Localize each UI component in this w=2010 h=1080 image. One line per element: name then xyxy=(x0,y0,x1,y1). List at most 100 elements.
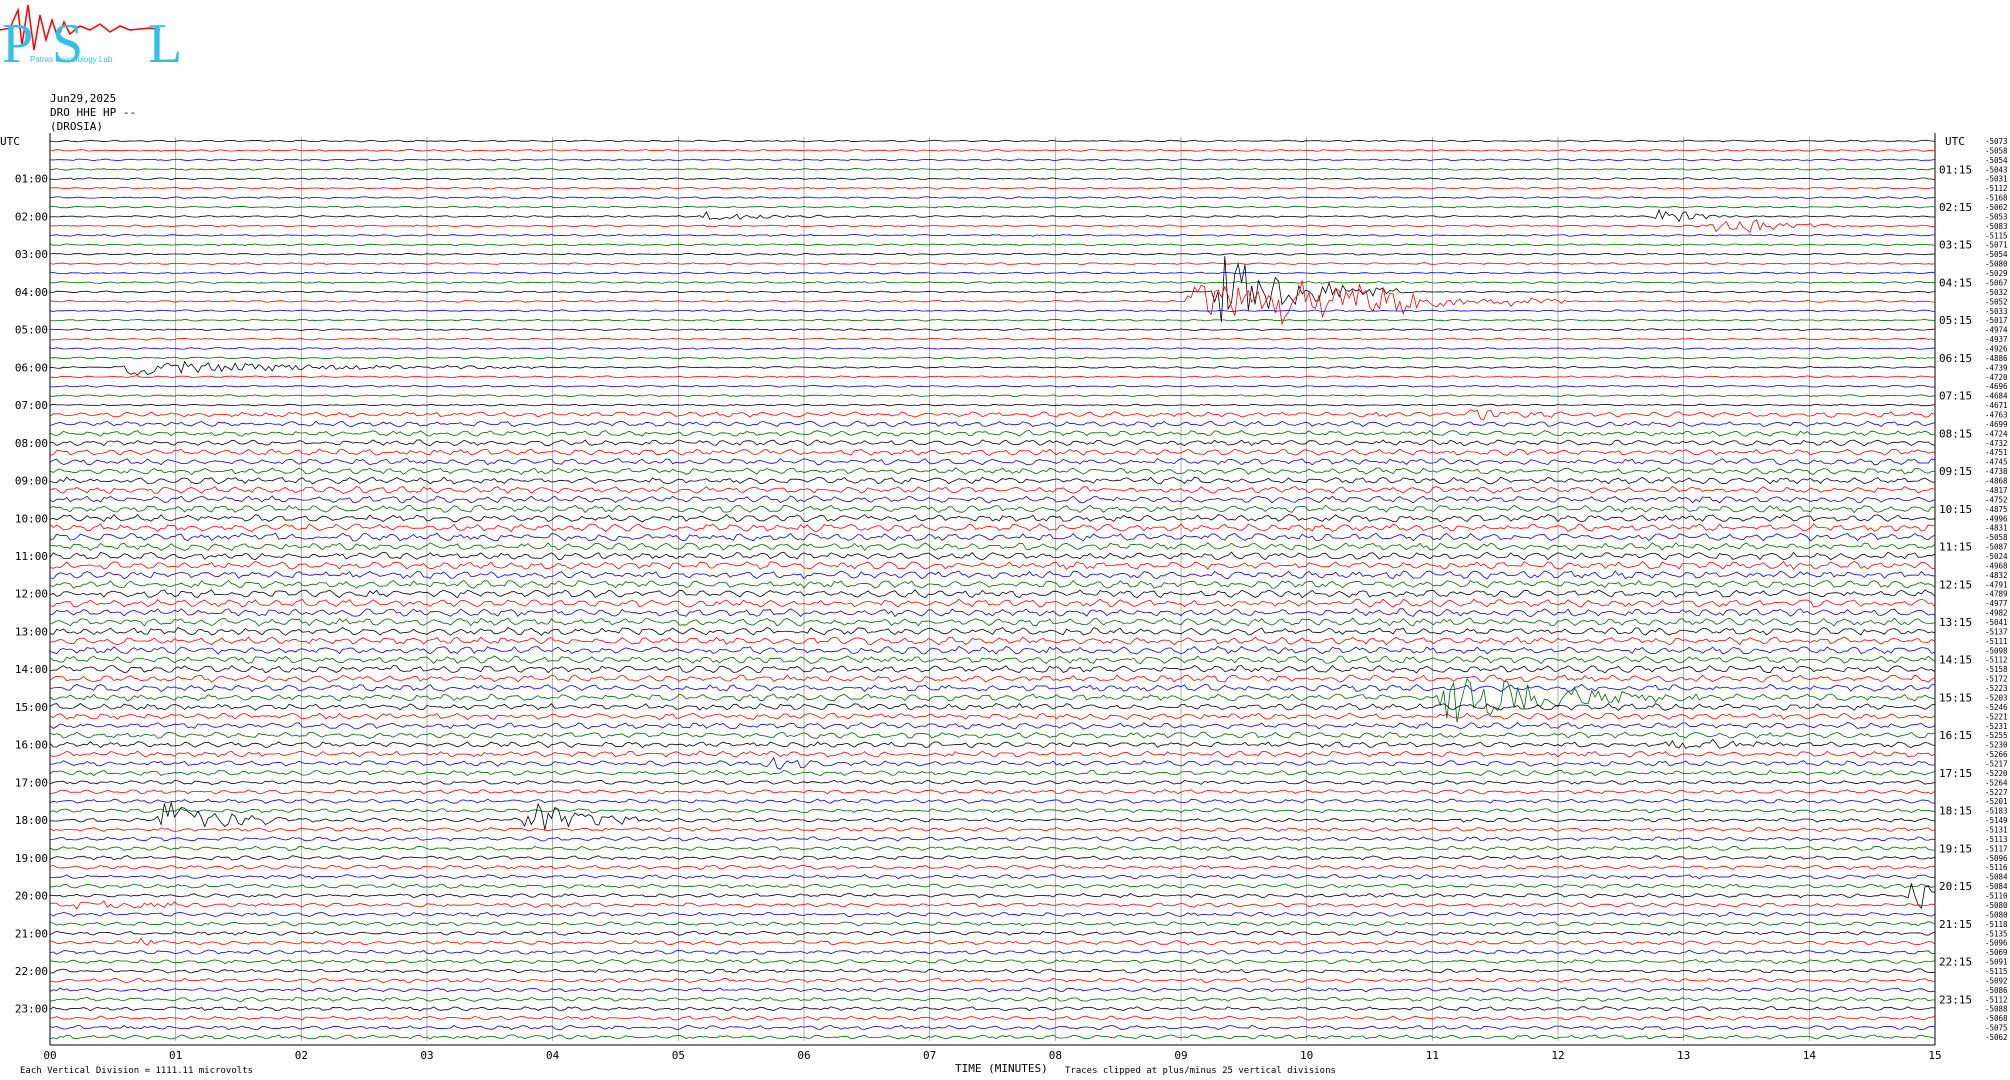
trace-line xyxy=(49,911,1936,917)
trace-offset-label: -5017 xyxy=(1985,316,2008,325)
left-hour-label: 09:00 xyxy=(15,475,48,488)
x-tick-label: 15 xyxy=(1928,1049,1941,1062)
trace-offset-label: -4763 xyxy=(1985,411,2008,420)
trace-offset-label: -4789 xyxy=(1985,590,2008,599)
trace-line xyxy=(49,409,1936,420)
trace-line xyxy=(49,186,1935,190)
trace-line xyxy=(49,196,1936,199)
trace-line xyxy=(49,987,1936,993)
right-hour-label: 12:15 xyxy=(1939,578,1972,591)
trace-line xyxy=(49,1024,1936,1031)
x-tick-label: 09 xyxy=(1174,1049,1187,1062)
trace-offset-label: -5172 xyxy=(1985,675,2008,684)
trace-offset-label: -4974 xyxy=(1985,326,2008,335)
trace-line xyxy=(49,149,1936,152)
trace-offset-label: -5083 xyxy=(1985,222,2008,231)
trace-offset-label: -5080 xyxy=(1985,910,2008,919)
right-hour-label: 10:15 xyxy=(1939,503,1972,516)
x-tick-label: 00 xyxy=(43,1049,56,1062)
trace-line xyxy=(49,636,1936,646)
trace-line xyxy=(49,523,1936,533)
trace-line xyxy=(49,864,1936,870)
x-tick-label: 11 xyxy=(1426,1049,1439,1062)
trace-offset-label: -5149 xyxy=(1985,816,2008,825)
trace-line xyxy=(49,836,1936,842)
trace-line xyxy=(49,570,1936,580)
right-hour-label: 23:15 xyxy=(1939,993,1972,1006)
left-hour-label: 16:00 xyxy=(15,739,48,752)
trace-line xyxy=(49,655,1936,664)
x-tick-label: 05 xyxy=(672,1049,685,1062)
x-tick-label: 13 xyxy=(1677,1049,1690,1062)
trace-line xyxy=(49,256,1936,323)
trace-offset-label: -5024 xyxy=(1985,552,2008,561)
trace-line xyxy=(49,420,1936,428)
trace-offset-label: -5117 xyxy=(1985,844,2008,853)
trace-line xyxy=(49,394,1936,398)
right-hour-label: 07:15 xyxy=(1939,390,1972,403)
trace-line xyxy=(49,883,1936,889)
left-hour-label: 18:00 xyxy=(15,814,48,827)
trace-line xyxy=(49,779,1936,785)
trace-line xyxy=(49,318,1936,322)
trace-offset-label: -5217 xyxy=(1985,759,2008,768)
trace-offset-label: -5115 xyxy=(1985,967,2008,976)
left-hour-label: 04:00 xyxy=(15,286,48,299)
right-hour-label: 04:15 xyxy=(1939,276,1972,289)
trace-offset-label: -5052 xyxy=(1985,297,2008,306)
trace-line xyxy=(49,476,1936,485)
trace-line xyxy=(49,645,1936,655)
trace-line xyxy=(49,826,1936,833)
trace-line xyxy=(49,712,1936,721)
trace-line xyxy=(49,977,1936,983)
left-hour-label: 13:00 xyxy=(15,625,48,638)
right-hour-label: 08:15 xyxy=(1939,427,1972,440)
trace-offset-label: -5033 xyxy=(1985,307,2008,316)
trace-line xyxy=(49,665,1936,674)
trace-line xyxy=(49,1015,1936,1021)
trace-offset-label: -5201 xyxy=(1985,797,2008,806)
trace-offset-label: -4671 xyxy=(1985,401,2008,410)
x-axis-title: TIME (MINUTES) xyxy=(955,1062,1048,1075)
trace-line xyxy=(50,996,1936,1002)
trace-line xyxy=(49,598,1936,608)
right-utc-title: UTC xyxy=(1945,135,1965,148)
trace-line xyxy=(49,683,1936,693)
trace-offset-label: -5223 xyxy=(1985,684,2008,693)
trace-offset-label: -5183 xyxy=(1985,807,2008,816)
trace-offset-label: -5111 xyxy=(1985,637,2008,646)
trace-offset-label: -5113 xyxy=(1985,835,2008,844)
trace-line xyxy=(49,439,1936,447)
trace-offset-label: -5264 xyxy=(1985,778,2008,787)
right-hour-label: 11:15 xyxy=(1939,541,1972,554)
trace-offset-label: -4886 xyxy=(1985,354,2008,363)
left-hour-label: 14:00 xyxy=(15,663,48,676)
trace-offset-label: -4982 xyxy=(1985,609,2008,618)
trace-line xyxy=(49,900,1936,910)
left-hour-label: 03:00 xyxy=(15,248,48,261)
trace-offset-label: -4732 xyxy=(1985,439,2008,448)
trace-offset-label: -5137 xyxy=(1985,627,2008,636)
trace-line xyxy=(49,139,1936,143)
trace-offset-label: -5087 xyxy=(1985,543,2008,552)
right-hour-label: 22:15 xyxy=(1939,956,1972,969)
trace-line xyxy=(49,802,1936,830)
trace-offset-label: -5080 xyxy=(1985,260,2008,269)
x-tick-label: 14 xyxy=(1803,1049,1817,1062)
trace-line xyxy=(49,921,1936,927)
left-hour-label: 01:00 xyxy=(15,173,48,186)
trace-line xyxy=(49,384,1936,388)
trace-offset-label: -5227 xyxy=(1985,788,2008,797)
trace-line xyxy=(49,208,1936,223)
x-tick-label: 04 xyxy=(546,1049,560,1062)
trace-offset-label: -5067 xyxy=(1985,278,2008,287)
trace-line xyxy=(49,958,1936,965)
trace-line xyxy=(49,495,1936,504)
trace-offset-label: -4745 xyxy=(1985,458,2008,467)
trace-offset-label: -5054 xyxy=(1985,250,2008,259)
trace-offset-label: -5088 xyxy=(1985,1005,2008,1014)
x-tick-label: 10 xyxy=(1300,1049,1313,1062)
trace-offset-label: -5112 xyxy=(1985,656,2008,665)
trace-offset-label: -4751 xyxy=(1985,448,2008,457)
right-hour-label: 05:15 xyxy=(1939,314,1972,327)
